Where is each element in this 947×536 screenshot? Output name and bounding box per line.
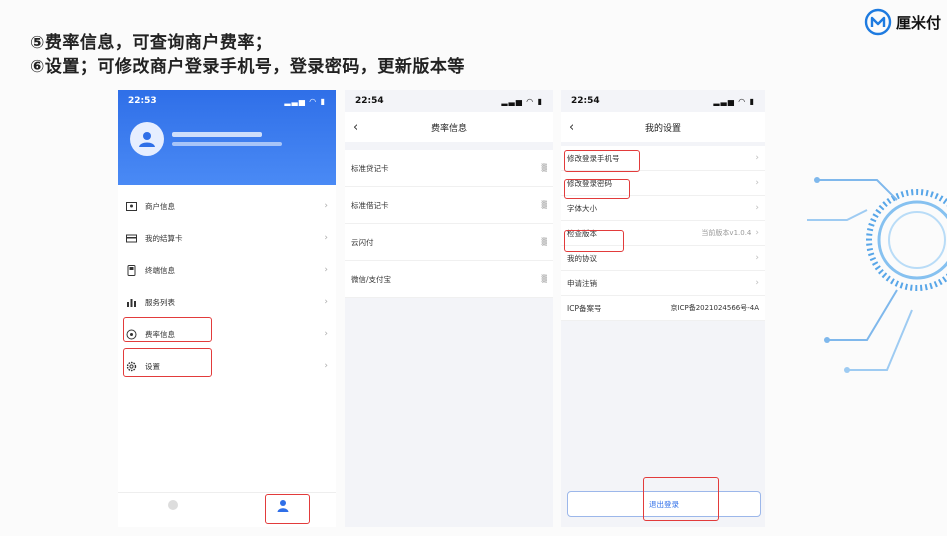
nav-bar: ‹ 我的设置: [561, 112, 765, 142]
menu-item-terminal-info[interactable]: 终端信息 ›: [118, 254, 336, 286]
rate-value-masked: ▒: [541, 275, 547, 283]
rate-label: 标准借记卡: [351, 200, 389, 210]
settings-label: 字体大小: [567, 203, 597, 213]
settings-font-size[interactable]: 字体大小 ›: [561, 196, 765, 221]
menu-label: 服务列表: [145, 297, 175, 307]
highlight-mine-tab: [265, 494, 310, 524]
chevron-right-icon: ›: [755, 153, 759, 163]
tab-home[interactable]: [158, 499, 188, 513]
status-time: 22:54: [571, 96, 600, 106]
chevron-right-icon: ›: [755, 228, 759, 238]
highlight-check-version: [564, 230, 624, 252]
list-icon: [126, 297, 137, 308]
rate-row-wechat-alipay: 微信/支付宝 ▒: [345, 261, 553, 298]
phone-mine: 22:53 ▂▃▅ ◠ ▮ 商户信息 › 我的结算卡 › 终端信息 › 服务列表…: [118, 90, 336, 527]
heading-settings: ⑥设置；可修改商户登录手机号，登录密码，更新版本等: [30, 57, 465, 77]
menu-label: 终端信息: [145, 265, 175, 275]
current-version: 当前版本v1.0.4: [701, 229, 752, 237]
settings-label: ICP备案号: [567, 303, 602, 313]
menu-label: 我的结算卡: [145, 233, 183, 243]
bank-card-icon: [126, 233, 137, 244]
rate-row-credit: 标准贷记卡 ▒: [345, 150, 553, 187]
rate-label: 标准贷记卡: [351, 163, 389, 173]
rate-value-masked: ▒: [541, 201, 547, 209]
chevron-right-icon: ›: [324, 329, 328, 339]
slide: ⑤费率信息，可查询商户费率； ⑥设置；可修改商户登录手机号，登录密码，更新版本等…: [0, 0, 947, 536]
rate-row-debit: 标准借记卡 ▒: [345, 187, 553, 224]
rate-label: 微信/支付宝: [351, 274, 392, 284]
signal-icon: ▂▃▅ ◠ ▮: [284, 96, 326, 106]
chevron-right-icon: ›: [324, 265, 328, 275]
avatar[interactable]: [130, 122, 164, 156]
menu-item-settlement-card[interactable]: 我的结算卡 ›: [118, 222, 336, 254]
home-icon: [168, 500, 178, 510]
page-title: 费率信息: [430, 123, 467, 134]
phone-rate-info: 22:54 ▂▃▅ ◠ ▮ ‹ 费率信息 标准贷记卡 ▒ 标准借记卡 ▒ 云闪付…: [345, 90, 553, 527]
terminal-icon: [126, 264, 137, 276]
chevron-right-icon: ›: [324, 201, 328, 211]
chevron-right-icon: ›: [755, 178, 759, 188]
settings-label: 我的协议: [567, 253, 597, 263]
chevron-right-icon: ›: [755, 253, 759, 263]
status-bar: 22:54 ▂▃▅ ◠ ▮: [345, 90, 553, 112]
chevron-right-icon: ›: [324, 297, 328, 307]
rate-row-unionpay: 云闪付 ▒: [345, 224, 553, 261]
highlight-settings: [123, 348, 212, 377]
settings-label: 申请注销: [567, 278, 597, 288]
status-bar: 22:54 ▂▃▅ ◠ ▮: [561, 90, 765, 112]
status-time: 22:54: [355, 96, 384, 106]
user-icon: [139, 132, 155, 147]
highlight-change-phone: [564, 150, 640, 172]
brand-name: 厘米付: [895, 13, 941, 32]
menu-item-merchant-info[interactable]: 商户信息 ›: [118, 190, 336, 222]
signal-icon: ▂▃▅ ◠ ▮: [501, 96, 543, 106]
settings-icp: ICP备案号 京ICP备2021024566号-4A: [561, 296, 765, 321]
heading-rate-info: ⑤费率信息，可查询商户费率；: [30, 33, 273, 53]
status-bar: 22:53 ▂▃▅ ◠ ▮: [118, 90, 336, 112]
chevron-right-icon: ›: [755, 203, 759, 213]
brand-logo: 厘米付: [864, 8, 941, 36]
circuit-decoration-icon: [807, 177, 947, 373]
icp-number: 京ICP备2021024566号-4A: [670, 304, 759, 312]
chevron-right-icon: ›: [755, 278, 759, 288]
rate-label: 云闪付: [351, 237, 374, 247]
brand-m-icon: [864, 8, 892, 36]
highlight-rate-info: [123, 317, 212, 342]
nav-bar: ‹ 费率信息: [345, 112, 553, 142]
rate-value-masked: ▒: [541, 164, 547, 172]
rate-value-masked: ▒: [541, 238, 547, 246]
highlight-change-password: [564, 179, 630, 199]
merchant-name-masked: [172, 132, 262, 137]
menu-item-service-list[interactable]: 服务列表 ›: [118, 286, 336, 318]
merchant-id-masked: [172, 142, 282, 146]
page-title: 我的设置: [644, 123, 681, 134]
back-icon[interactable]: ‹: [569, 120, 574, 135]
id-card-icon: [126, 201, 137, 212]
back-icon[interactable]: ‹: [353, 120, 358, 135]
status-time: 22:53: [128, 96, 157, 106]
menu-label: 商户信息: [145, 201, 175, 211]
chevron-right-icon: ›: [324, 233, 328, 243]
signal-icon: ▂▃▅ ◠ ▮: [713, 96, 755, 106]
rate-list: 标准贷记卡 ▒ 标准借记卡 ▒ 云闪付 ▒ 微信/支付宝 ▒: [345, 150, 553, 298]
settings-apply-cancel[interactable]: 申请注销 ›: [561, 271, 765, 296]
chevron-right-icon: ›: [324, 361, 328, 371]
highlight-logout: [643, 477, 719, 521]
